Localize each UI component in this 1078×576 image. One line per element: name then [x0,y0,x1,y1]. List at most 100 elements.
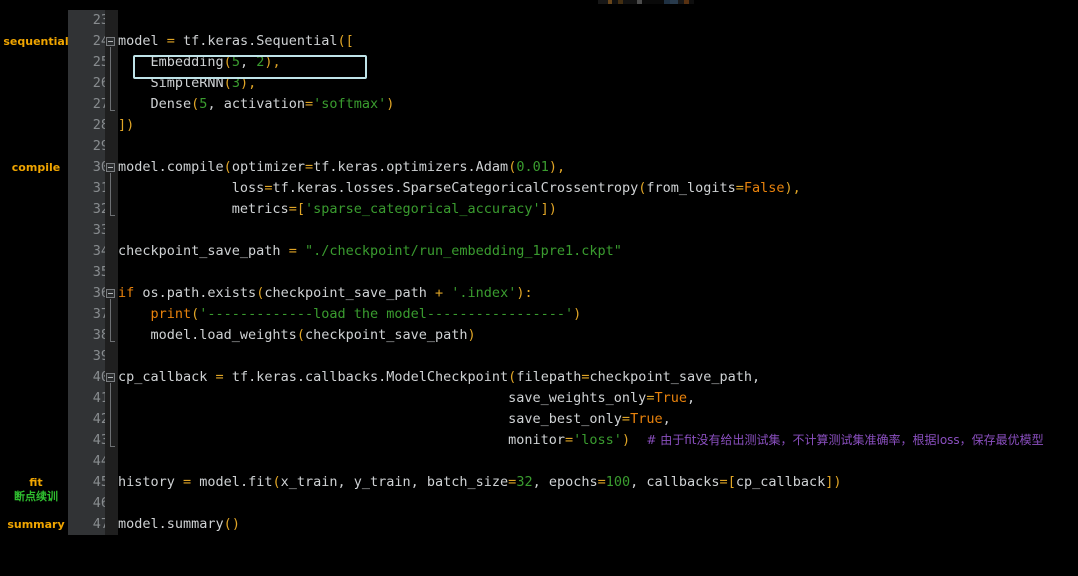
code-token: checkpoint_save_path, [589,369,761,385]
code-token: if [118,285,135,301]
code-token: # 由于fit没有给出测试集，不计算测试集准确率，根据loss，保存最优模型 [646,433,1044,447]
code-token: '-------------load the model------------… [199,306,574,322]
code-content[interactable]: model = tf.keras.Sequential([ Embedding(… [118,10,1078,535]
code-token: ]) [118,117,135,133]
annotation-label: fit [29,476,43,489]
code-token: monitor [118,432,566,448]
fold-collapse-icon[interactable] [106,289,115,298]
code-token: ) [621,432,631,448]
code-token: True [654,390,687,406]
code-token: checkpoint_save_path [304,327,468,343]
code-line[interactable]: model.load_weights(checkpoint_save_path) [118,325,1078,346]
code-token: model.load_weights [118,327,297,343]
code-token: ( [223,159,232,175]
code-line[interactable]: if os.path.exists(checkpoint_save_path +… [118,283,1078,304]
code-token: ( [296,327,305,343]
code-line[interactable]: history = model.fit(x_train, y_train, ba… [118,472,1078,493]
code-folding-strip[interactable] [105,10,118,535]
code-token: '.index' [451,285,517,301]
code-token: = [621,411,631,427]
code-line[interactable]: model.summary() [118,514,1078,535]
code-token: ): [516,285,533,301]
code-token: = [215,369,224,385]
code-token: os.path.exists [134,285,257,301]
code-token: metrics [118,201,289,217]
code-token: tf.keras.losses.SparseCategoricalCrossen… [272,180,639,196]
code-token: = [304,96,314,112]
code-token: [ [727,474,736,490]
fold-region-line [110,173,111,215]
code-token: ), [548,159,566,175]
cut-off-window-sliver [598,0,694,4]
fold-collapse-icon[interactable] [106,37,115,46]
code-token: = [288,243,297,259]
sliver-segment [670,0,678,4]
code-line[interactable]: cp_callback = tf.keras.callbacks.ModelCh… [118,367,1078,388]
code-token: loss [118,180,265,196]
code-line[interactable]: metrics=['sparse_categorical_accuracy']) [118,199,1078,220]
code-token: ), [264,54,281,70]
code-line[interactable]: ]) [118,115,1078,136]
code-token: tf.keras.Sequential [174,33,338,49]
code-line[interactable]: save_weights_only=True, [118,388,1078,409]
annotation-label: compile [11,161,61,174]
code-token: ) [231,516,240,532]
code-line[interactable]: model.compile(optimizer=tf.keras.optimiz… [118,157,1078,178]
fold-collapse-icon[interactable] [106,163,115,172]
code-line[interactable] [118,346,1078,367]
code-token: tf.keras.callbacks.ModelCheckpoint [223,369,509,385]
code-token: Embedding [118,54,224,70]
fold-region-line [110,383,111,446]
code-token: 'softmax' [313,96,387,112]
code-token: = [735,180,744,196]
code-token: 32 [516,474,533,490]
code-line[interactable] [118,220,1078,241]
code-token: from_logits [646,180,736,196]
code-token: , activation [207,96,305,112]
code-line[interactable] [118,493,1078,514]
code-token: ) [573,306,582,322]
code-line[interactable]: checkpoint_save_path = "./checkpoint/run… [118,241,1078,262]
code-token: model [118,33,167,49]
code-line[interactable]: Embedding(5, 2), [118,52,1078,73]
code-editor-screenshot: sequential compile fit 断点续训 summary 23 24 25 26… [0,0,1078,576]
code-line[interactable]: loss = tf.keras.losses.SparseCategoricalCr… [118,178,1078,199]
code-token: checkpoint_save_path [264,285,436,301]
code-token: ]) [825,474,842,490]
code-token: ), [239,75,257,91]
code-token: 'loss' [573,432,622,448]
code-token: SimpleRNN [118,75,224,91]
fold-region-end [110,446,115,447]
code-line[interactable] [118,10,1078,31]
code-token: ( [272,474,281,490]
code-token: , callbacks [630,474,720,490]
code-token: = [565,432,574,448]
code-line[interactable] [118,136,1078,157]
code-token: filepath [516,369,582,385]
code-token: + [435,285,444,301]
fold-region-line [110,299,111,341]
code-line[interactable]: model = tf.keras.Sequential([ [118,31,1078,52]
code-line[interactable]: print('-------------load the model------… [118,304,1078,325]
code-token: ) [386,96,395,112]
code-token: = [288,201,297,217]
code-token: optimizer [231,159,305,175]
code-token: Dense [118,96,192,112]
code-token: , epochs [532,474,598,490]
code-line[interactable] [118,262,1078,283]
code-token: ( [223,516,232,532]
annotation-label: 断点续训 [14,490,58,503]
fold-region-end [110,341,115,342]
code-token: print [150,306,192,322]
sliver-segment [642,0,664,4]
code-line[interactable]: save_best_only=True, [118,409,1078,430]
code-line[interactable] [118,451,1078,472]
code-line[interactable]: Dense(5, activation='softmax') [118,94,1078,115]
code-token: 3 [231,75,240,91]
fold-collapse-icon[interactable] [106,373,115,382]
code-token: model.fit [191,474,273,490]
code-line[interactable]: SimpleRNN(3), [118,73,1078,94]
code-line[interactable]: monitor='loss') # 由于fit没有给出测试集，不计算测试集准确率… [118,430,1078,451]
annotation-label: sequential [3,35,69,48]
